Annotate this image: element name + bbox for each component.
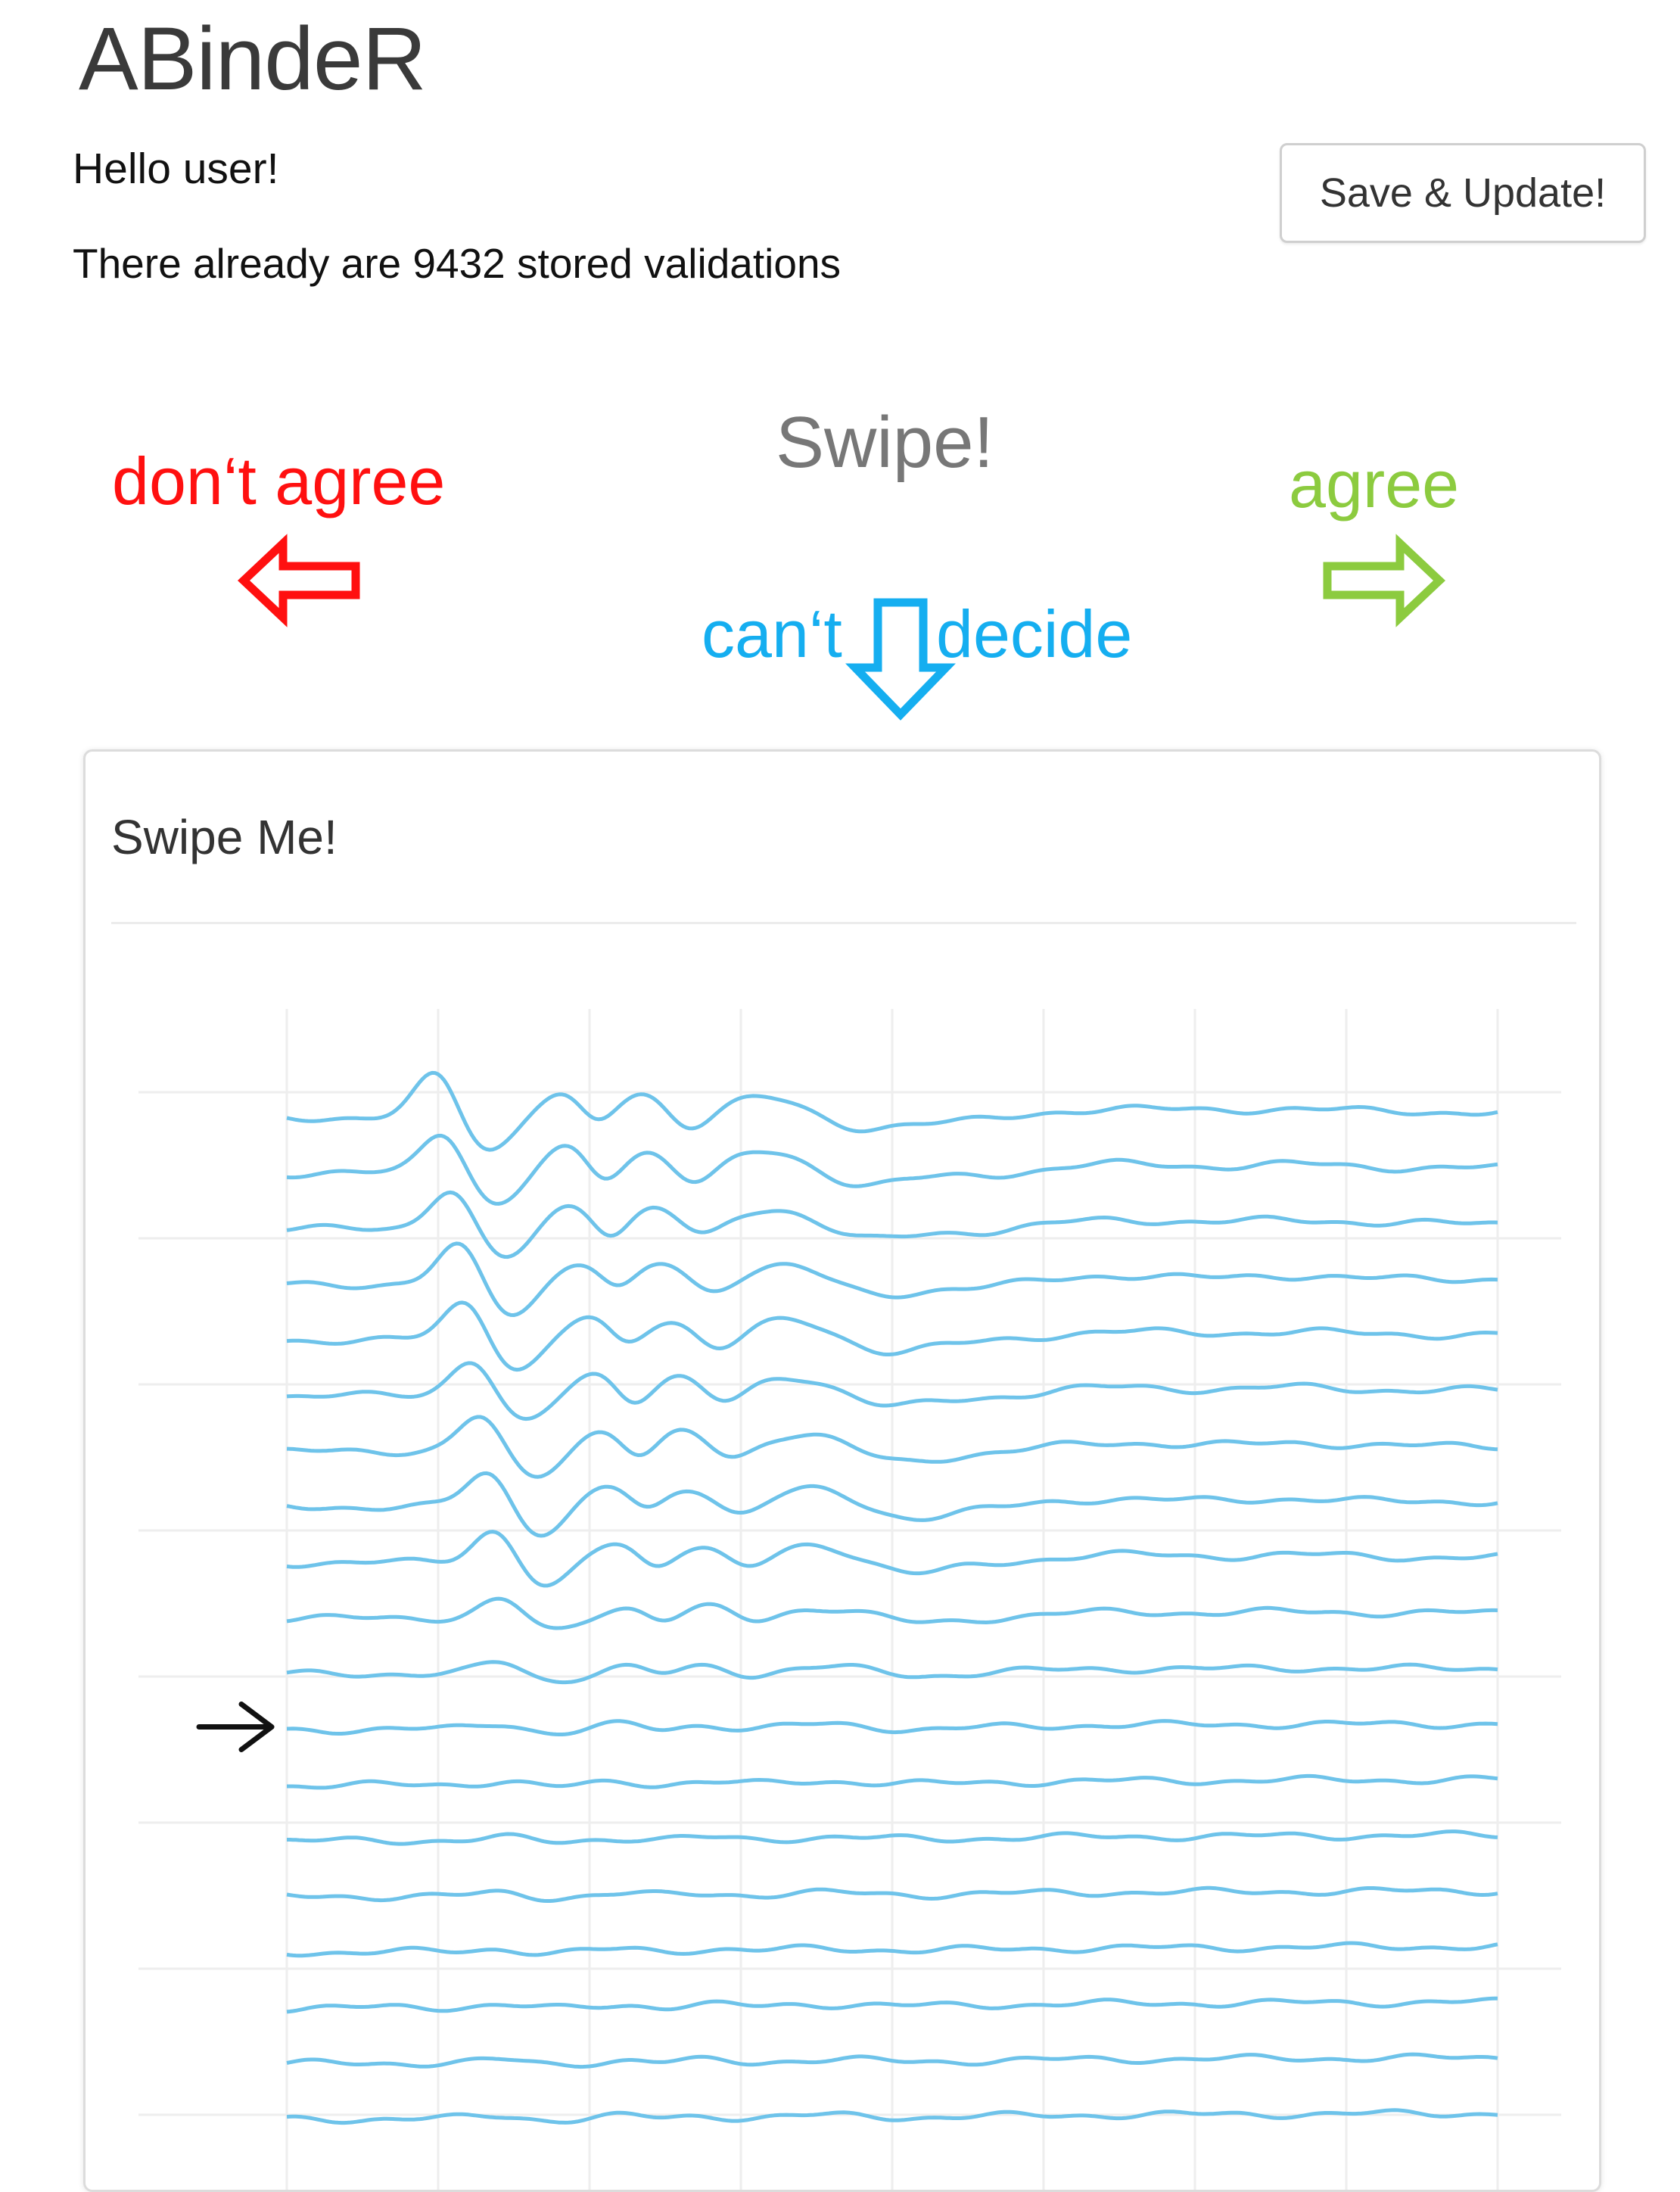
- greeting-text: Hello user!: [73, 145, 279, 193]
- swipe-card[interactable]: Swipe Me!: [83, 749, 1601, 2192]
- stored-validations-text: There already are 9432 stored validation…: [73, 240, 842, 287]
- swipe-right-arrow-icon: [1323, 534, 1446, 627]
- cant-decide-label-part1: can‘t: [702, 596, 842, 671]
- marked-trace-arrow-icon: [196, 1702, 275, 1752]
- cant-decide-label-part2: decide: [936, 596, 1133, 671]
- dont-agree-label: don‘t agree: [112, 444, 446, 518]
- waveform-traces-chart: [138, 1009, 1561, 2190]
- agree-label: agree: [1289, 447, 1460, 522]
- save-update-button[interactable]: Save & Update!: [1280, 143, 1646, 243]
- swipe-hint: Swipe!: [776, 402, 994, 483]
- swipe-down-arrow-icon: [845, 598, 956, 721]
- app-title: ABindeR: [79, 9, 427, 109]
- swipe-left-arrow-icon: [237, 534, 360, 627]
